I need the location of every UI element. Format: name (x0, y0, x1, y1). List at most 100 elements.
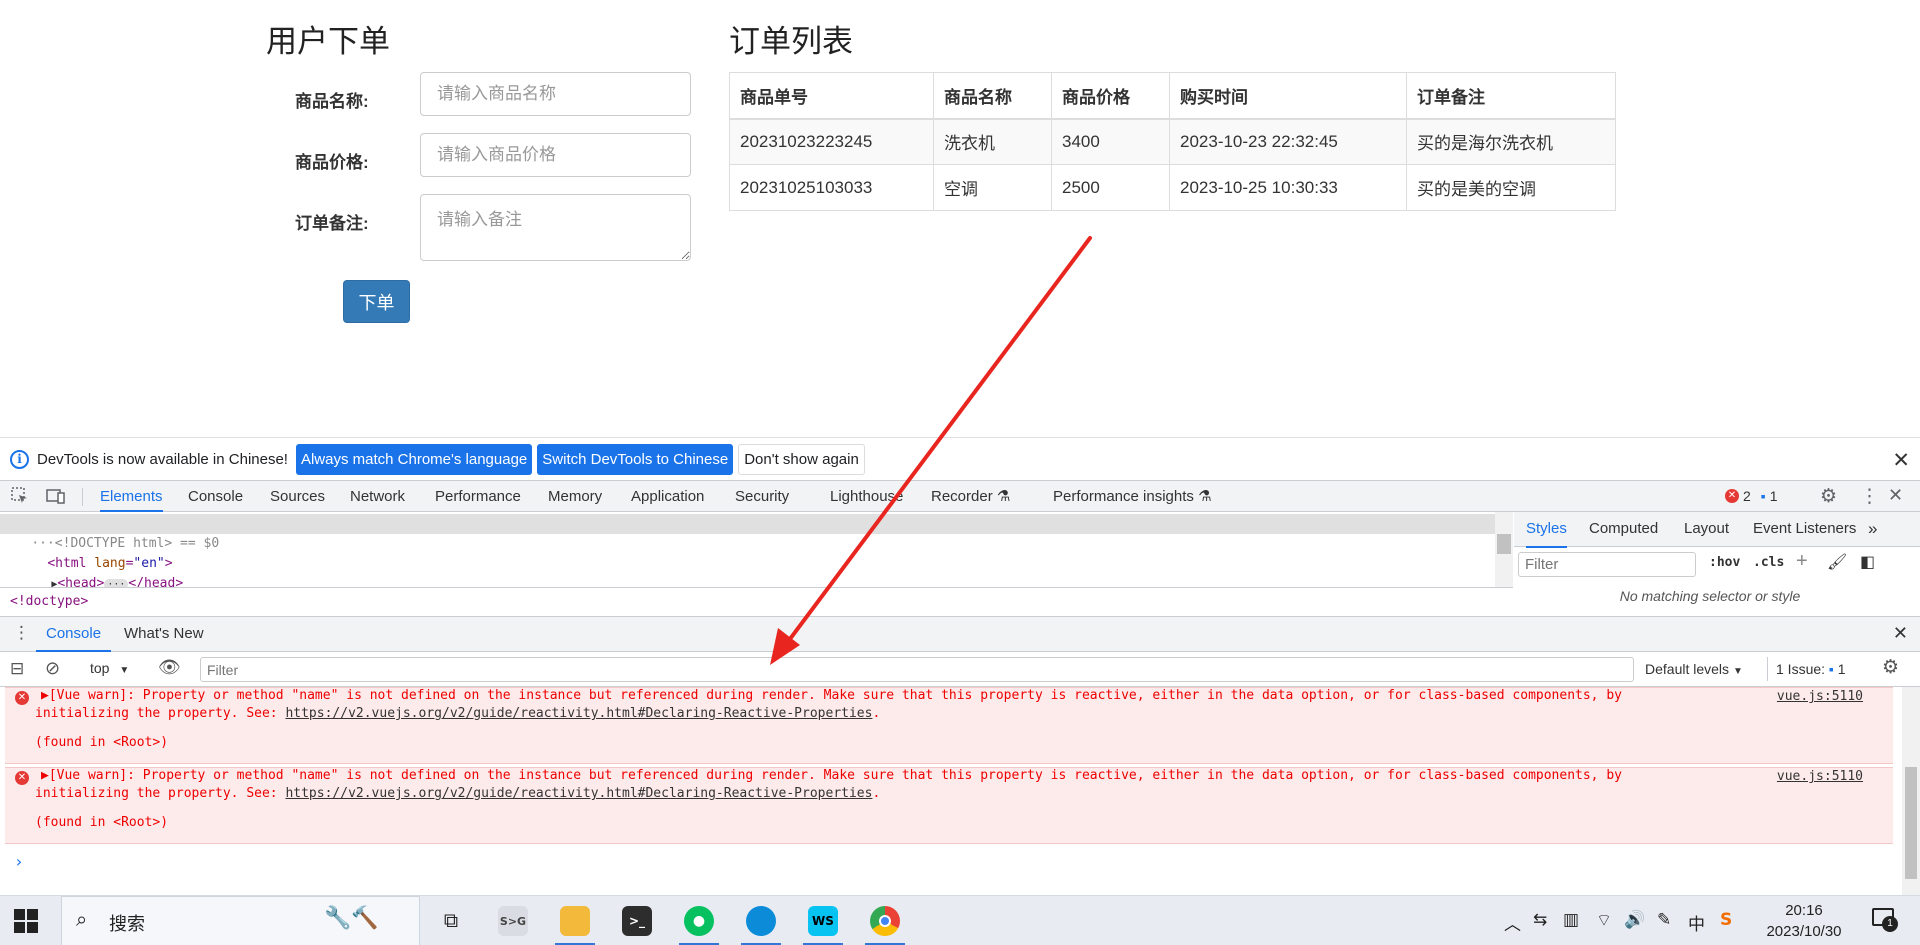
submit-order-button[interactable]: 下单 (343, 280, 410, 323)
product-price-input[interactable] (420, 133, 691, 177)
dom-node-html[interactable]: <html lang="en"> (16, 534, 172, 571)
drawer-tab-console[interactable]: Console (36, 617, 112, 652)
log-levels-dropdown[interactable]: Default levels ▼ (1645, 661, 1743, 677)
context-selector[interactable]: top ▼ (90, 660, 129, 676)
table-row: 20231023223245 洗衣机 3400 2023-10-23 22:32… (729, 118, 1616, 165)
class-toggle[interactable]: .cls (1753, 555, 1784, 570)
context-selector-label: top (90, 660, 110, 676)
tray-app-icon[interactable]: ⇆ (1533, 910, 1547, 930)
order-remark-textarea[interactable] (420, 194, 691, 261)
message-icon: ▪ (1760, 488, 1766, 504)
settings-gear-icon[interactable]: ⚙ (1820, 485, 1837, 508)
volume-icon[interactable]: 🔊 (1624, 910, 1645, 930)
always-match-language-button[interactable]: Always match Chrome's language (295, 443, 533, 475)
error-text-line: ▶[Vue warn]: Property or method "name" i… (41, 768, 1622, 783)
close-icon[interactable]: ✕ (1892, 448, 1910, 473)
drawer-menu-icon[interactable]: ⋮ (13, 623, 30, 643)
toggle-sidebar-icon[interactable]: ◧ (1860, 552, 1875, 572)
hover-state-toggle[interactable]: :hov (1709, 555, 1740, 570)
webstorm-icon[interactable]: WS (795, 896, 851, 945)
table-cell: 洗衣机 (933, 118, 1052, 165)
docs-link[interactable]: https://v2.vuejs.org/v2/guide/reactivity… (285, 786, 872, 801)
console-settings-gear-icon[interactable]: ⚙ (1882, 656, 1899, 679)
clear-console-icon[interactable]: ⊘ (45, 658, 60, 679)
tab-application[interactable]: Application (631, 481, 704, 512)
show-sidebar-icon[interactable]: ⊟ (10, 659, 24, 679)
more-tabs-chevron-icon[interactable]: » (1868, 512, 1877, 546)
tab-computed[interactable]: Computed (1589, 512, 1658, 546)
table-cell: 2023-10-23 22:32:45 (1169, 118, 1407, 165)
product-name-input[interactable] (420, 72, 691, 116)
docs-link[interactable]: https://v2.vuejs.org/v2/guide/reactivity… (285, 706, 872, 721)
issues-counter[interactable]: 1 Issue: ▪ 1 (1776, 661, 1846, 677)
tab-performance-insights[interactable]: Performance insights ⚗ (1053, 481, 1212, 512)
notification-center-icon[interactable]: 1 (1872, 908, 1898, 932)
dom-node-head[interactable]: ▶<head> ··· </head> (20, 554, 183, 591)
more-options-icon[interactable]: ⋮ (1860, 485, 1879, 508)
dont-show-again-button[interactable]: Don't show again (738, 443, 865, 475)
task-view-icon[interactable]: ⧉ (423, 896, 479, 945)
tab-styles[interactable]: Styles (1526, 512, 1567, 548)
live-expression-eye-icon[interactable]: 👁 (158, 657, 181, 678)
network-wifi-icon[interactable]: ⌔ (1596, 910, 1612, 931)
edge-browser-icon[interactable] (733, 896, 789, 945)
console-prompt-chevron-icon[interactable]: › (14, 852, 24, 871)
tab-recorder[interactable]: Recorder ⚗ (931, 481, 1010, 512)
clock-time: 20:16 (1785, 902, 1823, 919)
tab-console[interactable]: Console (188, 481, 243, 512)
styles-filter-input[interactable] (1518, 552, 1696, 577)
order-table: 商品单号 商品名称 商品价格 购买时间 订单备注 20231023223245 … (729, 72, 1616, 211)
error-icon: ✕ (15, 691, 29, 705)
experiment-flask-icon: ⚗ (1198, 488, 1212, 505)
elements-scrollbar[interactable] (1495, 512, 1513, 587)
windows-start-icon[interactable] (14, 909, 38, 933)
close-devtools-icon[interactable]: ✕ (1888, 485, 1903, 506)
console-error-message[interactable]: ✕ ▶[Vue warn]: Property or method "name"… (5, 687, 1893, 764)
new-rule-plus-icon[interactable]: + (1796, 550, 1808, 573)
file-explorer-icon[interactable] (547, 896, 603, 945)
devtools-main-tabbar: Elements Console Sources Network Perform… (0, 480, 1920, 512)
error-icon: ✕ (15, 771, 29, 785)
tab-sources[interactable]: Sources (270, 481, 325, 512)
pen-icon[interactable]: ✎ (1657, 910, 1671, 930)
taskbar-clock[interactable]: 20:16 2023/10/30 (1754, 900, 1854, 942)
chrome-browser-icon[interactable] (857, 896, 913, 945)
tab-event-listeners[interactable]: Event Listeners (1753, 512, 1856, 546)
column-header: 商品名称 (933, 72, 1052, 120)
remote-desktop-icon[interactable]: S>G (485, 896, 541, 945)
dom-node-doctype[interactable]: ···<!DOCTYPE html> == $0 (0, 514, 1495, 551)
switch-to-chinese-button[interactable]: Switch DevTools to Chinese (537, 443, 734, 475)
tray-chart-icon[interactable]: ▥ (1563, 910, 1579, 930)
console-scrollbar[interactable] (1902, 687, 1920, 895)
drawer-tab-whats-new[interactable]: What's New (124, 617, 204, 651)
column-header: 商品单号 (729, 72, 934, 120)
tab-security[interactable]: Security (735, 481, 789, 512)
console-error-message[interactable]: ✕ ▶[Vue warn]: Property or method "name"… (5, 767, 1893, 844)
console-messages: ✕ ▶[Vue warn]: Property or method "name"… (0, 687, 1920, 895)
tab-network[interactable]: Network (350, 481, 405, 512)
breadcrumb: <!doctype> (0, 587, 1513, 616)
taskbar-search-box[interactable]: ⌕ 搜索 🔧🔨 (61, 896, 420, 945)
terminal-icon[interactable]: >_ (609, 896, 665, 945)
tab-lighthouse[interactable]: Lighthouse (830, 481, 903, 512)
source-link[interactable]: vue.js:5110 (1777, 768, 1863, 786)
close-drawer-icon[interactable]: ✕ (1893, 623, 1908, 644)
source-link[interactable]: vue.js:5110 (1777, 688, 1863, 706)
log-levels-label: Default levels (1645, 661, 1730, 677)
paint-brush-icon[interactable]: 🖌 (1827, 552, 1847, 572)
error-counter[interactable]: ✕ 2 ▪ 1 (1725, 488, 1778, 504)
error-text-prefix: initializing the property. See: (35, 786, 286, 801)
tab-memory[interactable]: Memory (548, 481, 602, 512)
devtools-language-infobar: i DevTools is now available in Chinese! … (0, 437, 1920, 480)
ime-chinese-indicator[interactable]: 中 (1688, 910, 1705, 935)
wechat-icon[interactable]: ● (671, 896, 727, 945)
sogou-input-icon[interactable]: S (1720, 910, 1732, 930)
tab-layout[interactable]: Layout (1684, 512, 1729, 546)
breadcrumb-item-doctype[interactable]: <!doctype> (10, 594, 88, 609)
inspect-element-icon[interactable] (11, 487, 29, 510)
console-filter-input[interactable] (200, 657, 1634, 682)
tab-elements[interactable]: Elements (100, 481, 163, 512)
tab-performance[interactable]: Performance (435, 481, 521, 512)
show-hidden-icons-chevron-icon[interactable]: ︿ (1504, 910, 1521, 935)
device-toolbar-icon[interactable] (46, 487, 66, 510)
